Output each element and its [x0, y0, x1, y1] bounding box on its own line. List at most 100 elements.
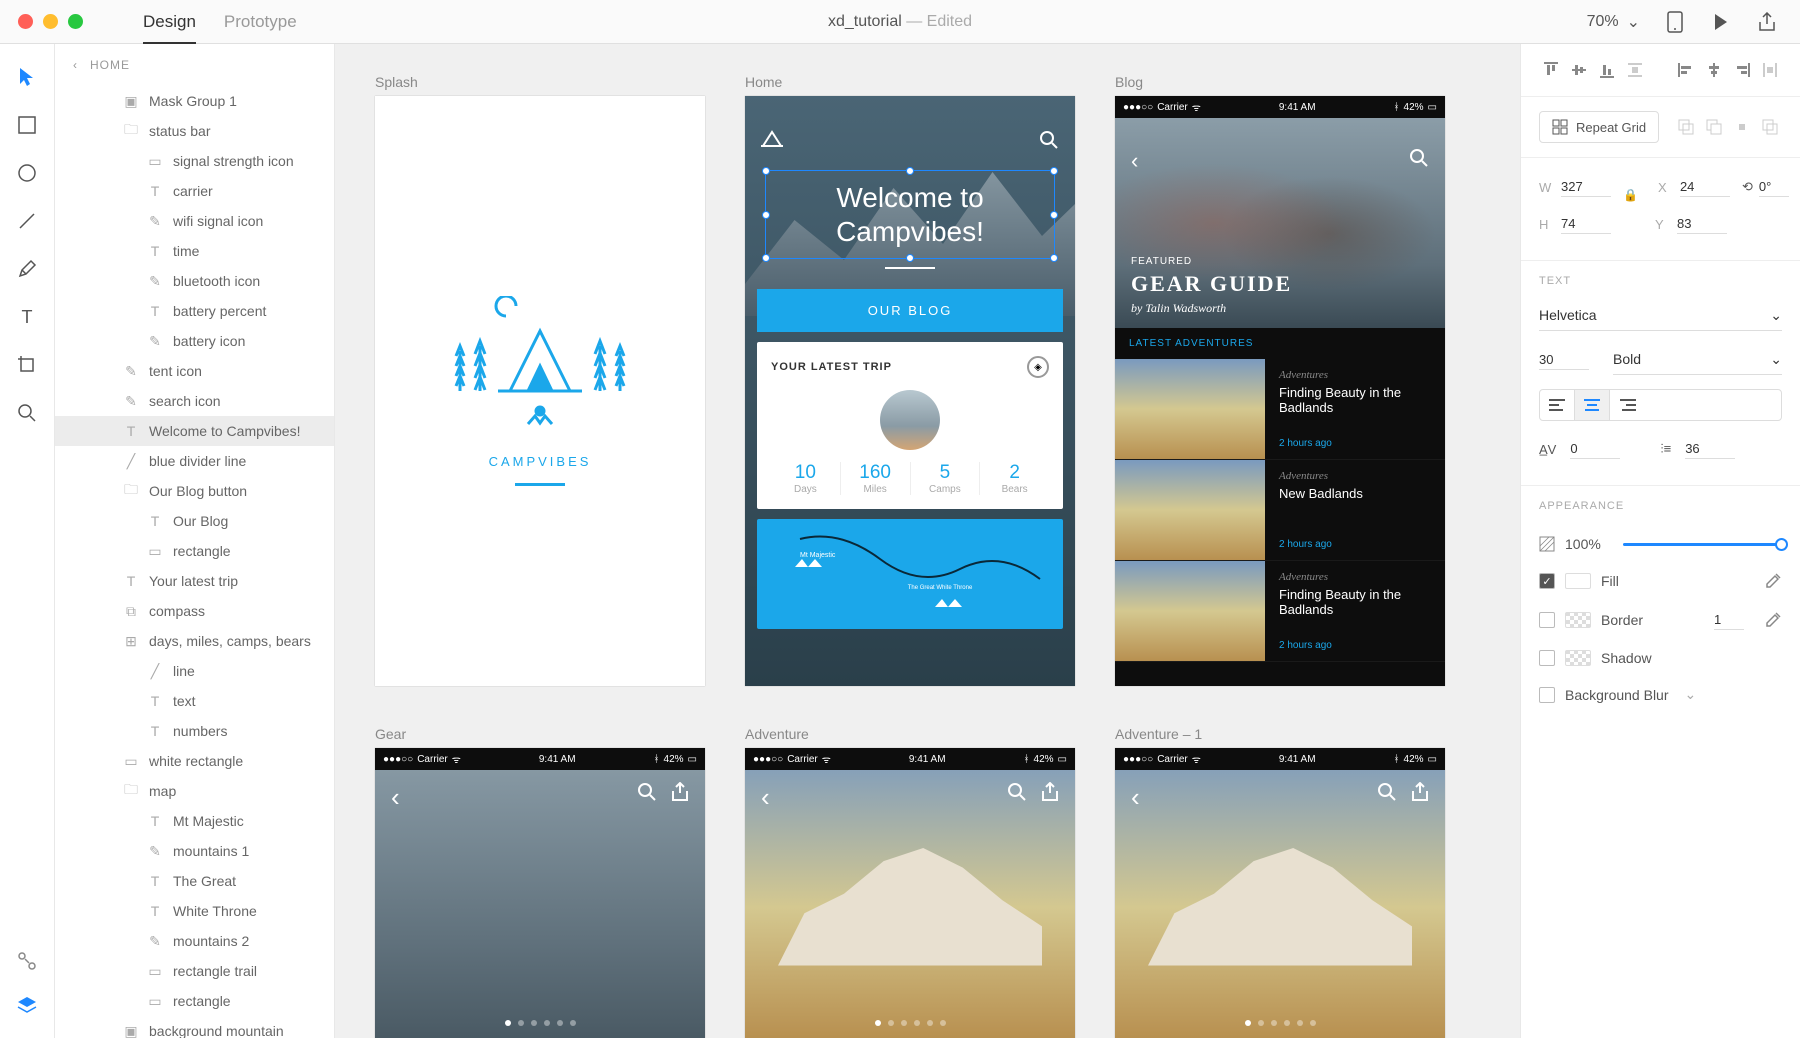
border-color-swatch[interactable]: [1565, 612, 1591, 628]
layer-item[interactable]: 🗀status bar: [55, 116, 334, 146]
prototype-tab[interactable]: Prototype: [224, 12, 297, 32]
artboard-home[interactable]: Home ●●●○○Carrierᯤ 9:41 AM ᚼ42%▭ Welcome: [745, 74, 1075, 686]
border-checkbox[interactable]: [1539, 612, 1555, 628]
play-preview-button[interactable]: [1710, 11, 1732, 33]
layer-item[interactable]: 🗀Our Blog button: [55, 476, 334, 506]
artboard-tool[interactable]: [14, 352, 40, 378]
bg-blur-checkbox[interactable]: [1539, 687, 1555, 703]
layer-item[interactable]: ✎tent icon: [55, 356, 334, 386]
pen-tool[interactable]: [14, 256, 40, 282]
layer-item[interactable]: ✎battery icon: [55, 326, 334, 356]
width-input[interactable]: [1561, 177, 1611, 197]
minimize-window-button[interactable]: [43, 14, 58, 29]
y-input[interactable]: [1677, 214, 1727, 234]
fill-checkbox[interactable]: [1539, 573, 1555, 589]
font-family-select[interactable]: Helvetica⌄: [1539, 301, 1782, 331]
layer-item[interactable]: ✎search icon: [55, 386, 334, 416]
artboard-label[interactable]: Blog: [1115, 74, 1445, 90]
layer-item[interactable]: ⊞days, miles, camps, bears: [55, 626, 334, 656]
rectangle-tool[interactable]: [14, 112, 40, 138]
layer-item[interactable]: ╱blue divider line: [55, 446, 334, 476]
welcome-text-selected[interactable]: Welcome to Campvibes!: [765, 170, 1055, 259]
tracking-input[interactable]: [1570, 439, 1620, 459]
layer-item[interactable]: ▣background mountain: [55, 1016, 334, 1038]
select-tool[interactable]: [14, 64, 40, 90]
layer-item[interactable]: ✎mountains 1: [55, 836, 334, 866]
font-weight-select[interactable]: Bold⌄: [1613, 345, 1782, 375]
lock-icon[interactable]: 🔒: [1623, 188, 1638, 202]
artboard-blog[interactable]: Blog ●●●○○Carrierᯤ 9:41 AM ᚼ42%▭ ‹ FEATU…: [1115, 74, 1445, 686]
artboard-splash[interactable]: Splash: [375, 74, 705, 686]
artboard-adventure-1[interactable]: Adventure – 1 ●●●○○Carrierᯤ 9:41 AM ᚼ42%…: [1115, 726, 1445, 1038]
align-top-button[interactable]: [1539, 58, 1563, 82]
distribute-h-button[interactable]: [1758, 58, 1782, 82]
layer-item[interactable]: Ttext: [55, 686, 334, 716]
shadow-color-swatch[interactable]: [1565, 650, 1591, 666]
layer-item[interactable]: ▭rectangle trail: [55, 956, 334, 986]
boolean-intersect-button[interactable]: [1730, 115, 1754, 139]
layer-item[interactable]: TWhite Throne: [55, 896, 334, 926]
artboard-adventure[interactable]: Adventure ●●●○○Carrierᯤ 9:41 AM ᚼ42%▭ ‹: [745, 726, 1075, 1038]
close-window-button[interactable]: [18, 14, 33, 29]
layer-item[interactable]: ▭white rectangle: [55, 746, 334, 776]
align-right-button[interactable]: [1730, 58, 1754, 82]
layers-panel-button[interactable]: [14, 992, 40, 1018]
layer-item[interactable]: TMt Majestic: [55, 806, 334, 836]
back-icon[interactable]: ‹: [73, 58, 78, 72]
layer-item[interactable]: TOur Blog: [55, 506, 334, 536]
boolean-exclude-button[interactable]: [1758, 115, 1782, 139]
canvas[interactable]: Splash: [335, 44, 1520, 1038]
layer-item[interactable]: ▭rectangle: [55, 536, 334, 566]
layer-item[interactable]: ✎wifi signal icon: [55, 206, 334, 236]
fill-color-swatch[interactable]: [1565, 573, 1591, 589]
layer-item[interactable]: Ttime: [55, 236, 334, 266]
align-bottom-button[interactable]: [1595, 58, 1619, 82]
layers-breadcrumb[interactable]: ‹ HOME: [55, 44, 334, 86]
chevron-down-icon[interactable]: ⌄: [1685, 686, 1697, 703]
align-middle-button[interactable]: [1567, 58, 1591, 82]
share-button[interactable]: [1756, 11, 1778, 33]
layer-item[interactable]: ╱line: [55, 656, 334, 686]
layer-item[interactable]: TThe Great: [55, 866, 334, 896]
layer-item[interactable]: ⧉compass: [55, 596, 334, 626]
align-center-button[interactable]: [1702, 58, 1726, 82]
text-align-right-button[interactable]: [1610, 390, 1645, 420]
layer-item[interactable]: ▭rectangle: [55, 986, 334, 1016]
text-align-left-button[interactable]: [1540, 390, 1575, 420]
opacity-slider[interactable]: [1623, 543, 1782, 546]
artboard-gear[interactable]: Gear ●●●○○Carrierᯤ 9:41 AM ᚼ42%▭ ‹: [375, 726, 705, 1038]
layer-item[interactable]: Tbattery percent: [55, 296, 334, 326]
text-align-center-button[interactable]: [1575, 390, 1610, 420]
shadow-checkbox[interactable]: [1539, 650, 1555, 666]
boolean-add-button[interactable]: [1674, 115, 1698, 139]
design-tab[interactable]: Design: [143, 12, 196, 44]
rotation-input[interactable]: [1759, 177, 1789, 197]
eyedropper-icon[interactable]: [1764, 572, 1782, 590]
layer-item[interactable]: ✎mountains 2: [55, 926, 334, 956]
artboard-label[interactable]: Adventure – 1: [1115, 726, 1445, 742]
artboard-label[interactable]: Gear: [375, 726, 705, 742]
repeat-grid-button[interactable]: Repeat Grid: [1539, 111, 1659, 143]
eyedropper-icon[interactable]: [1764, 611, 1782, 629]
leading-input[interactable]: [1685, 439, 1735, 459]
artboard-label[interactable]: Home: [745, 74, 1075, 90]
zoom-tool[interactable]: [14, 400, 40, 426]
artboard-label[interactable]: Adventure: [745, 726, 1075, 742]
layer-item[interactable]: ▣Mask Group 1: [55, 86, 334, 116]
layer-item[interactable]: TWelcome to Campvibes!: [55, 416, 334, 446]
layer-item[interactable]: Tnumbers: [55, 716, 334, 746]
border-width-input[interactable]: [1714, 610, 1744, 630]
maximize-window-button[interactable]: [68, 14, 83, 29]
device-preview-button[interactable]: [1664, 11, 1686, 33]
layer-item[interactable]: Tcarrier: [55, 176, 334, 206]
zoom-control[interactable]: 70% ⌄: [1587, 12, 1640, 32]
layer-item[interactable]: 🗀map: [55, 776, 334, 806]
align-left-button[interactable]: [1674, 58, 1698, 82]
symbols-panel-button[interactable]: [14, 948, 40, 974]
font-size-input[interactable]: [1539, 350, 1589, 370]
layer-item[interactable]: TYour latest trip: [55, 566, 334, 596]
boolean-subtract-button[interactable]: [1702, 115, 1726, 139]
layer-item[interactable]: ✎bluetooth icon: [55, 266, 334, 296]
ellipse-tool[interactable]: [14, 160, 40, 186]
line-tool[interactable]: [14, 208, 40, 234]
